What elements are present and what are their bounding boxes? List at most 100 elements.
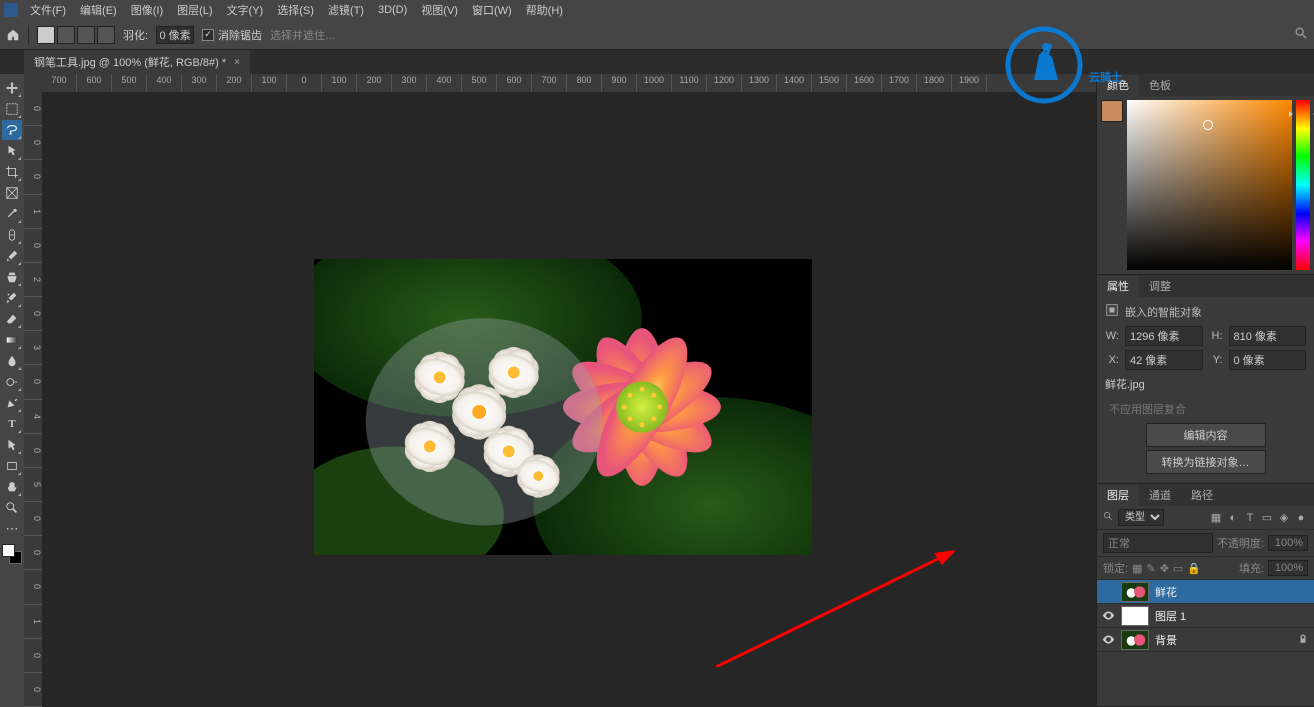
subtract-selection-icon[interactable] [77, 26, 95, 44]
menu-file[interactable]: 文件(F) [24, 0, 72, 20]
intersect-selection-icon[interactable] [97, 26, 115, 44]
hue-slider[interactable] [1296, 100, 1310, 270]
lock-all-icon[interactable]: 🔒 [1187, 562, 1201, 575]
prop-h-value[interactable]: 810 像素 [1229, 326, 1307, 346]
antialias-checkbox[interactable] [202, 29, 214, 41]
close-tab-icon[interactable]: × [234, 57, 240, 68]
add-selection-icon[interactable] [57, 26, 75, 44]
tab-color[interactable]: 颜色 [1097, 75, 1139, 97]
canvas-area[interactable]: 7006005004003002001000100200300400500600… [24, 74, 1096, 707]
menu-filter[interactable]: 滤镜(T) [322, 0, 370, 20]
prop-x-value[interactable]: 42 像素 [1125, 350, 1203, 370]
layer-row[interactable]: 背景 [1097, 628, 1314, 652]
eyedropper-tool[interactable] [2, 204, 22, 224]
smart-object-icon [1105, 303, 1119, 320]
layer-visibility-icon[interactable] [1101, 585, 1115, 599]
lock-paint-icon[interactable]: ✎ [1146, 562, 1155, 575]
menu-help[interactable]: 帮助(H) [520, 0, 569, 20]
tab-layers[interactable]: 图层 [1097, 485, 1139, 507]
ruler-horizontal[interactable]: 7006005004003002001000100200300400500600… [42, 74, 1096, 92]
filter-pixel-icon[interactable]: ▦ [1209, 511, 1223, 525]
tab-channels[interactable]: 通道 [1139, 484, 1181, 506]
tab-adjustments[interactable]: 调整 [1139, 275, 1181, 297]
path-select-tool[interactable] [2, 435, 22, 455]
filter-shape-icon[interactable]: ▭ [1260, 511, 1274, 525]
layer-thumbnail[interactable] [1121, 606, 1149, 626]
layer-row[interactable]: 鲜花 [1097, 580, 1314, 604]
new-selection-icon[interactable] [37, 26, 55, 44]
rectangle-tool[interactable] [2, 456, 22, 476]
menu-3d[interactable]: 3D(D) [372, 2, 413, 18]
filter-smart-icon[interactable]: ◈ [1277, 511, 1291, 525]
layer-visibility-icon[interactable] [1101, 609, 1115, 623]
tab-paths[interactable]: 路径 [1181, 484, 1223, 506]
blur-tool[interactable] [2, 351, 22, 371]
tab-properties[interactable]: 属性 [1097, 276, 1139, 298]
menu-view[interactable]: 视图(V) [415, 0, 464, 20]
layer-filter-type[interactable]: 类型 [1118, 509, 1164, 526]
gradient-tool[interactable] [2, 330, 22, 350]
menu-image[interactable]: 图像(I) [125, 0, 169, 20]
filter-adjust-icon[interactable]: ◐ [1226, 511, 1240, 525]
layer-row[interactable]: 图层 1 [1097, 604, 1314, 628]
frame-tool[interactable] [2, 183, 22, 203]
layer-visibility-icon[interactable] [1101, 633, 1115, 647]
menu-type[interactable]: 文字(Y) [221, 0, 270, 20]
history-brush-tool[interactable] [2, 288, 22, 308]
ruler-vertical[interactable]: 000102030405000100 [24, 92, 42, 707]
menu-edit[interactable]: 编辑(E) [74, 0, 123, 20]
document-canvas[interactable] [314, 259, 812, 555]
color-field[interactable] [1127, 100, 1292, 270]
convert-linked-button[interactable]: 转换为链接对象… [1146, 450, 1266, 474]
lock-nest-icon[interactable]: ▭ [1173, 562, 1183, 575]
layer-thumbnail[interactable] [1121, 630, 1149, 650]
filter-toggle-icon[interactable]: ● [1294, 511, 1308, 525]
feather-input[interactable] [156, 26, 194, 44]
home-icon[interactable] [6, 28, 20, 42]
marquee-tool[interactable] [2, 99, 22, 119]
healing-tool[interactable] [2, 225, 22, 245]
menu-layer[interactable]: 图层(L) [171, 0, 218, 20]
crop-tool[interactable] [2, 162, 22, 182]
filter-type-icon[interactable]: T [1243, 511, 1257, 525]
pen-tool[interactable] [2, 393, 22, 413]
quick-select-tool[interactable] [2, 141, 22, 161]
layer-comp-dropdown[interactable]: 不应用图层复合 [1105, 398, 1306, 420]
edit-toolbar-icon[interactable]: ⋯ [2, 519, 22, 539]
prop-y-value[interactable]: 0 像素 [1229, 350, 1307, 370]
properties-panel: 属性 调整 嵌入的智能对象 W: 1296 像素 H: 810 像素 X: 42… [1097, 275, 1314, 484]
tab-swatches[interactable]: 色板 [1139, 74, 1181, 96]
color-swatches[interactable] [2, 544, 22, 564]
document-tab[interactable]: 钢笔工具.jpg @ 100% (鲜花, RGB/8#) * × [24, 50, 250, 74]
menu-window[interactable]: 窗口(W) [466, 0, 518, 20]
fill-value[interactable]: 100% [1268, 560, 1308, 576]
search-icon[interactable] [1294, 26, 1308, 43]
type-tool[interactable]: T [2, 414, 22, 434]
hand-tool[interactable] [2, 477, 22, 497]
tool-palette: T ⋯ [0, 74, 24, 707]
blend-mode-select[interactable]: 正常 [1103, 533, 1213, 553]
prop-w-label: W: [1105, 330, 1119, 342]
brush-tool[interactable] [2, 246, 22, 266]
lock-trans-icon[interactable]: ▦ [1132, 562, 1142, 575]
current-color-swatch[interactable] [1101, 100, 1123, 122]
ruler-origin[interactable] [24, 74, 42, 92]
zoom-tool[interactable] [2, 498, 22, 518]
select-and-mask-button[interactable]: 选择并遮住… [270, 27, 336, 43]
search-icon[interactable] [1103, 511, 1114, 525]
move-tool[interactable] [2, 78, 22, 98]
clone-stamp-tool[interactable] [2, 267, 22, 287]
eraser-tool[interactable] [2, 309, 22, 329]
foreground-color[interactable] [2, 544, 15, 557]
menu-bar: 文件(F) 编辑(E) 图像(I) 图层(L) 文字(Y) 选择(S) 滤镜(T… [0, 0, 1314, 20]
color-cursor-icon[interactable] [1203, 120, 1213, 130]
prop-w-value[interactable]: 1296 像素 [1125, 326, 1203, 346]
edit-contents-button[interactable]: 编辑内容 [1146, 423, 1266, 447]
hue-slider-thumb[interactable] [1293, 113, 1313, 115]
opacity-value[interactable]: 100% [1268, 535, 1308, 551]
lasso-tool[interactable] [2, 120, 22, 140]
lock-pos-icon[interactable]: ✥ [1160, 562, 1169, 575]
layer-thumbnail[interactable] [1121, 582, 1149, 602]
dodge-tool[interactable] [2, 372, 22, 392]
menu-select[interactable]: 选择(S) [271, 0, 320, 20]
